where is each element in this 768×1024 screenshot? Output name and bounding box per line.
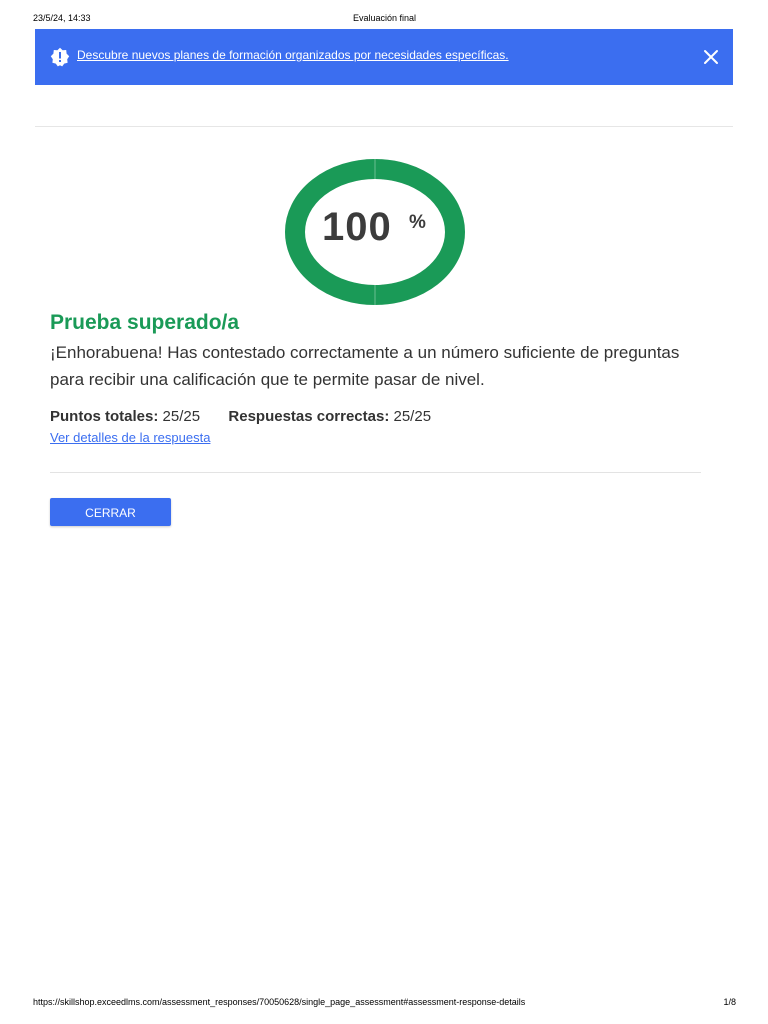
close-icon[interactable] — [703, 49, 719, 65]
divider — [50, 472, 701, 473]
alert-icon — [50, 47, 70, 67]
correct-answers-label: Respuestas correctas: — [228, 408, 390, 425]
score-unit: % — [409, 212, 426, 233]
total-points-label: Puntos totales: — [50, 408, 159, 425]
print-page-number: 1/8 — [723, 997, 736, 1007]
divider — [35, 126, 733, 127]
score-percentage: 100 — [322, 205, 392, 249]
view-response-details-link[interactable]: Ver detalles de la respuesta — [50, 430, 210, 445]
banner-link[interactable]: Descubre nuevos planes de formación orga… — [77, 48, 509, 62]
correct-answers-value: 25/25 — [393, 408, 432, 425]
info-banner: Descubre nuevos planes de formación orga… — [35, 29, 733, 85]
result-message: ¡Enhorabuena! Has contestado correctamen… — [50, 343, 680, 389]
score-stats: Puntos totales: 25/25 Respuestas correct… — [50, 408, 431, 425]
total-points-value: 25/25 — [162, 408, 201, 425]
print-url: https://skillshop.exceedlms.com/assessme… — [33, 997, 526, 1007]
close-button[interactable]: CERRAR — [50, 498, 171, 526]
print-page-title: Evaluación final — [352, 13, 417, 23]
result-title: Prueba superado/a — [50, 311, 240, 334]
print-header: 23/5/24, 14:33 Evaluación final — [33, 13, 736, 25]
print-footer: https://skillshop.exceedlms.com/assessme… — [33, 997, 736, 1009]
